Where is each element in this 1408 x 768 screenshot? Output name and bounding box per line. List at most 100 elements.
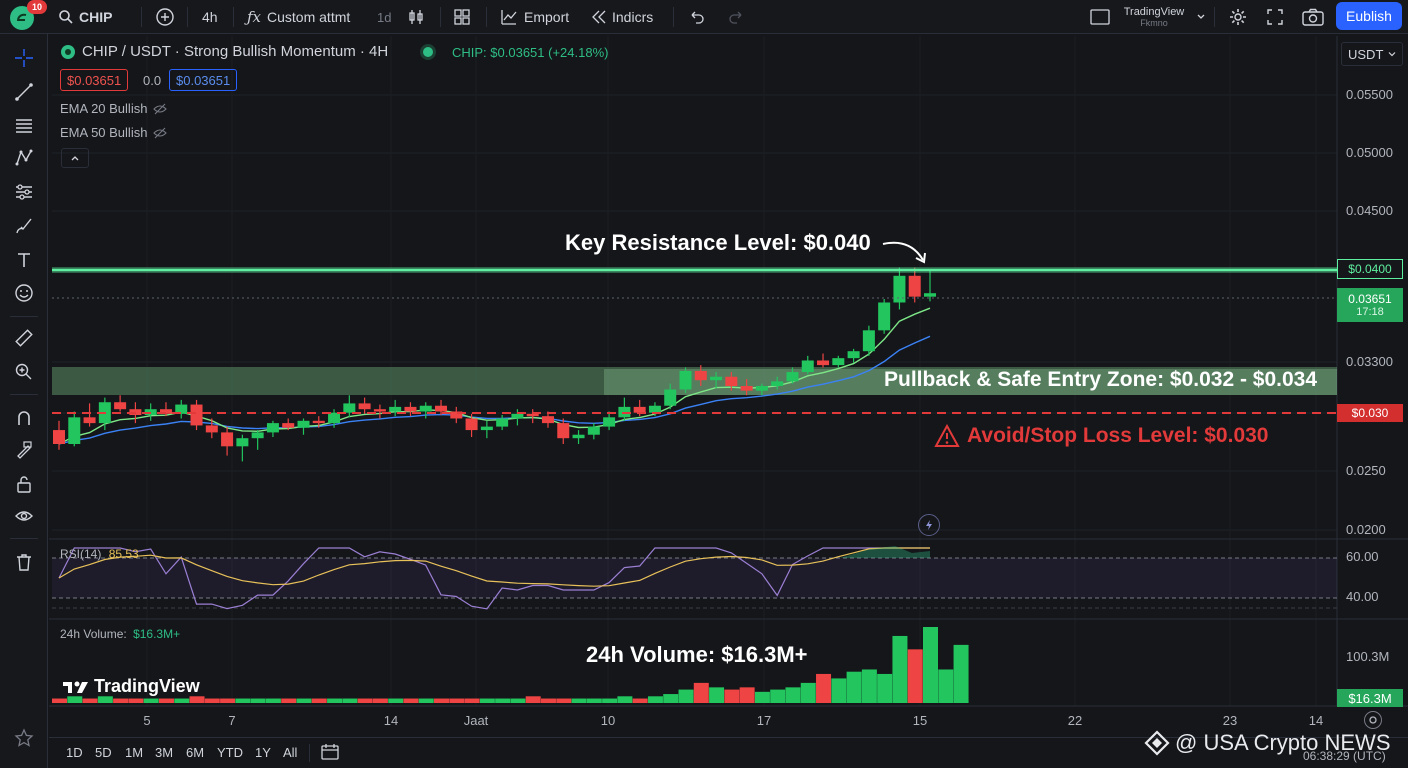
scale-settings-button[interactable]	[1364, 711, 1382, 729]
currency-selector[interactable]: USDT	[1341, 42, 1403, 66]
candle-bull	[251, 432, 264, 439]
volume-bar	[388, 698, 404, 703]
buy-price-box[interactable]: $0.03651	[169, 69, 238, 91]
volume-bar	[923, 627, 938, 703]
range-button-all[interactable]: All	[283, 745, 297, 760]
time-tick-label: 14	[1308, 713, 1324, 728]
volume-bar	[357, 698, 373, 703]
volume-bar	[250, 698, 266, 703]
volume-bar	[418, 698, 434, 703]
candle-bull	[603, 417, 616, 427]
price-tick-label: 0.05000	[1346, 145, 1393, 160]
pair-legend[interactable]: CHIP / USDT · Strong Bullish Momentum · …	[60, 43, 388, 60]
currency-label: USDT	[1348, 46, 1384, 62]
time-tick-label: 14	[383, 713, 399, 728]
resistance-price-tag: $0.0400	[1337, 259, 1403, 279]
volume-bar	[540, 698, 556, 703]
candle-bull	[832, 358, 845, 366]
utc-clock[interactable]: 06:38:29 (UTC)	[1303, 749, 1386, 763]
collapse-legend-button[interactable]	[61, 148, 89, 168]
volume-bar	[113, 698, 129, 703]
volume-bar	[67, 696, 83, 703]
time-tick-label: 22	[1067, 713, 1083, 728]
rsi-upper-label: 60.00	[1346, 549, 1379, 564]
candle-bear	[282, 423, 295, 428]
candle-bear	[694, 370, 707, 381]
coin-icon	[61, 44, 75, 59]
candle-bull	[236, 438, 249, 447]
spread-value: 0.0	[143, 73, 162, 88]
calendar-range-icon	[321, 744, 339, 760]
stop-loss-annotation: Avoid/Stop Loss Level: $0.030	[934, 424, 1269, 448]
volume-legend[interactable]: 24h Volume: $16.3M+	[60, 627, 180, 641]
volume-bar	[296, 698, 312, 703]
lightning-icon	[926, 520, 932, 530]
bar-countdown: 17:18	[1356, 306, 1384, 318]
chevron-down-icon	[1388, 52, 1396, 57]
lightning-event-icon[interactable]	[918, 514, 940, 536]
ema50-legend[interactable]: EMA 50 Bullish	[60, 125, 168, 140]
resistance-annotation: Key Resistance Level: $0.040	[565, 230, 871, 255]
range-button-6m[interactable]: 6M	[186, 745, 204, 760]
candle-bear	[557, 423, 570, 439]
range-button-5d[interactable]: 5D	[95, 745, 112, 760]
volume-bar	[525, 696, 541, 703]
ema20-legend[interactable]: EMA 20 Bullish	[60, 101, 168, 116]
volume-bar	[434, 698, 450, 703]
tradingview-logo-icon	[63, 681, 88, 693]
time-tick-label: 5	[143, 713, 151, 728]
volume-bar	[174, 698, 190, 703]
eye-off-icon[interactable]	[153, 127, 168, 139]
volume-bar	[647, 696, 663, 703]
range-button-ytd[interactable]: YTD	[217, 745, 243, 760]
volume-bar	[693, 682, 709, 703]
live-quote: CHIP: $0.03651 (+24.18%)	[452, 45, 609, 60]
candle-bull	[771, 381, 784, 386]
price-tick-label: 0.03300	[1346, 354, 1393, 369]
warning-icon	[934, 424, 960, 447]
volume-bar	[586, 698, 602, 703]
volume-bar	[479, 698, 495, 703]
volume-bar	[571, 698, 587, 703]
volume-bar	[311, 698, 327, 703]
volume-bar	[265, 698, 281, 703]
candle-bear	[740, 386, 753, 391]
candle-bear	[908, 275, 921, 297]
sell-price-box[interactable]: $0.03651	[60, 69, 129, 91]
rsi-legend[interactable]: RSI(14) 85.53	[60, 547, 139, 561]
volume-last-tag: $16.3M	[1337, 689, 1403, 707]
volume-bar	[158, 698, 174, 703]
volume-bar	[82, 698, 98, 703]
date-range-button[interactable]	[320, 743, 340, 766]
volume-bar	[877, 673, 893, 703]
range-button-1d[interactable]: 1D	[66, 745, 83, 760]
time-tick-label: 23	[1222, 713, 1238, 728]
range-button-1y[interactable]: 1Y	[255, 745, 271, 760]
time-tick-label: 10	[600, 713, 616, 728]
live-status-dot	[423, 47, 433, 57]
volume-bar	[495, 698, 511, 703]
candle-bull	[343, 403, 356, 413]
volume-bar	[663, 694, 679, 703]
volume-bar	[449, 698, 465, 703]
curved-arrow-icon	[882, 241, 926, 264]
eye-off-icon[interactable]	[153, 103, 168, 115]
volume-bar	[800, 682, 816, 703]
volume-bar	[464, 698, 480, 703]
stop-loss-text: Avoid/Stop Loss Level: $0.030	[967, 424, 1269, 447]
volume-bar	[724, 689, 740, 703]
candle-bull	[786, 372, 799, 382]
candle-bear	[633, 406, 646, 413]
volume-bar	[754, 691, 770, 703]
rsi-label: RSI(14)	[60, 547, 102, 561]
candle-bear	[205, 425, 218, 433]
candle-bull	[679, 370, 692, 390]
rsi-value: 85.53	[108, 547, 139, 561]
range-button-3m[interactable]: 3M	[155, 745, 173, 760]
volume-bar	[97, 696, 113, 703]
rsi-band	[52, 558, 1337, 598]
diamond-logo-icon	[1144, 730, 1170, 756]
candle-bear	[312, 420, 325, 424]
candle-bear	[221, 432, 234, 447]
range-button-1m[interactable]: 1M	[125, 745, 143, 760]
